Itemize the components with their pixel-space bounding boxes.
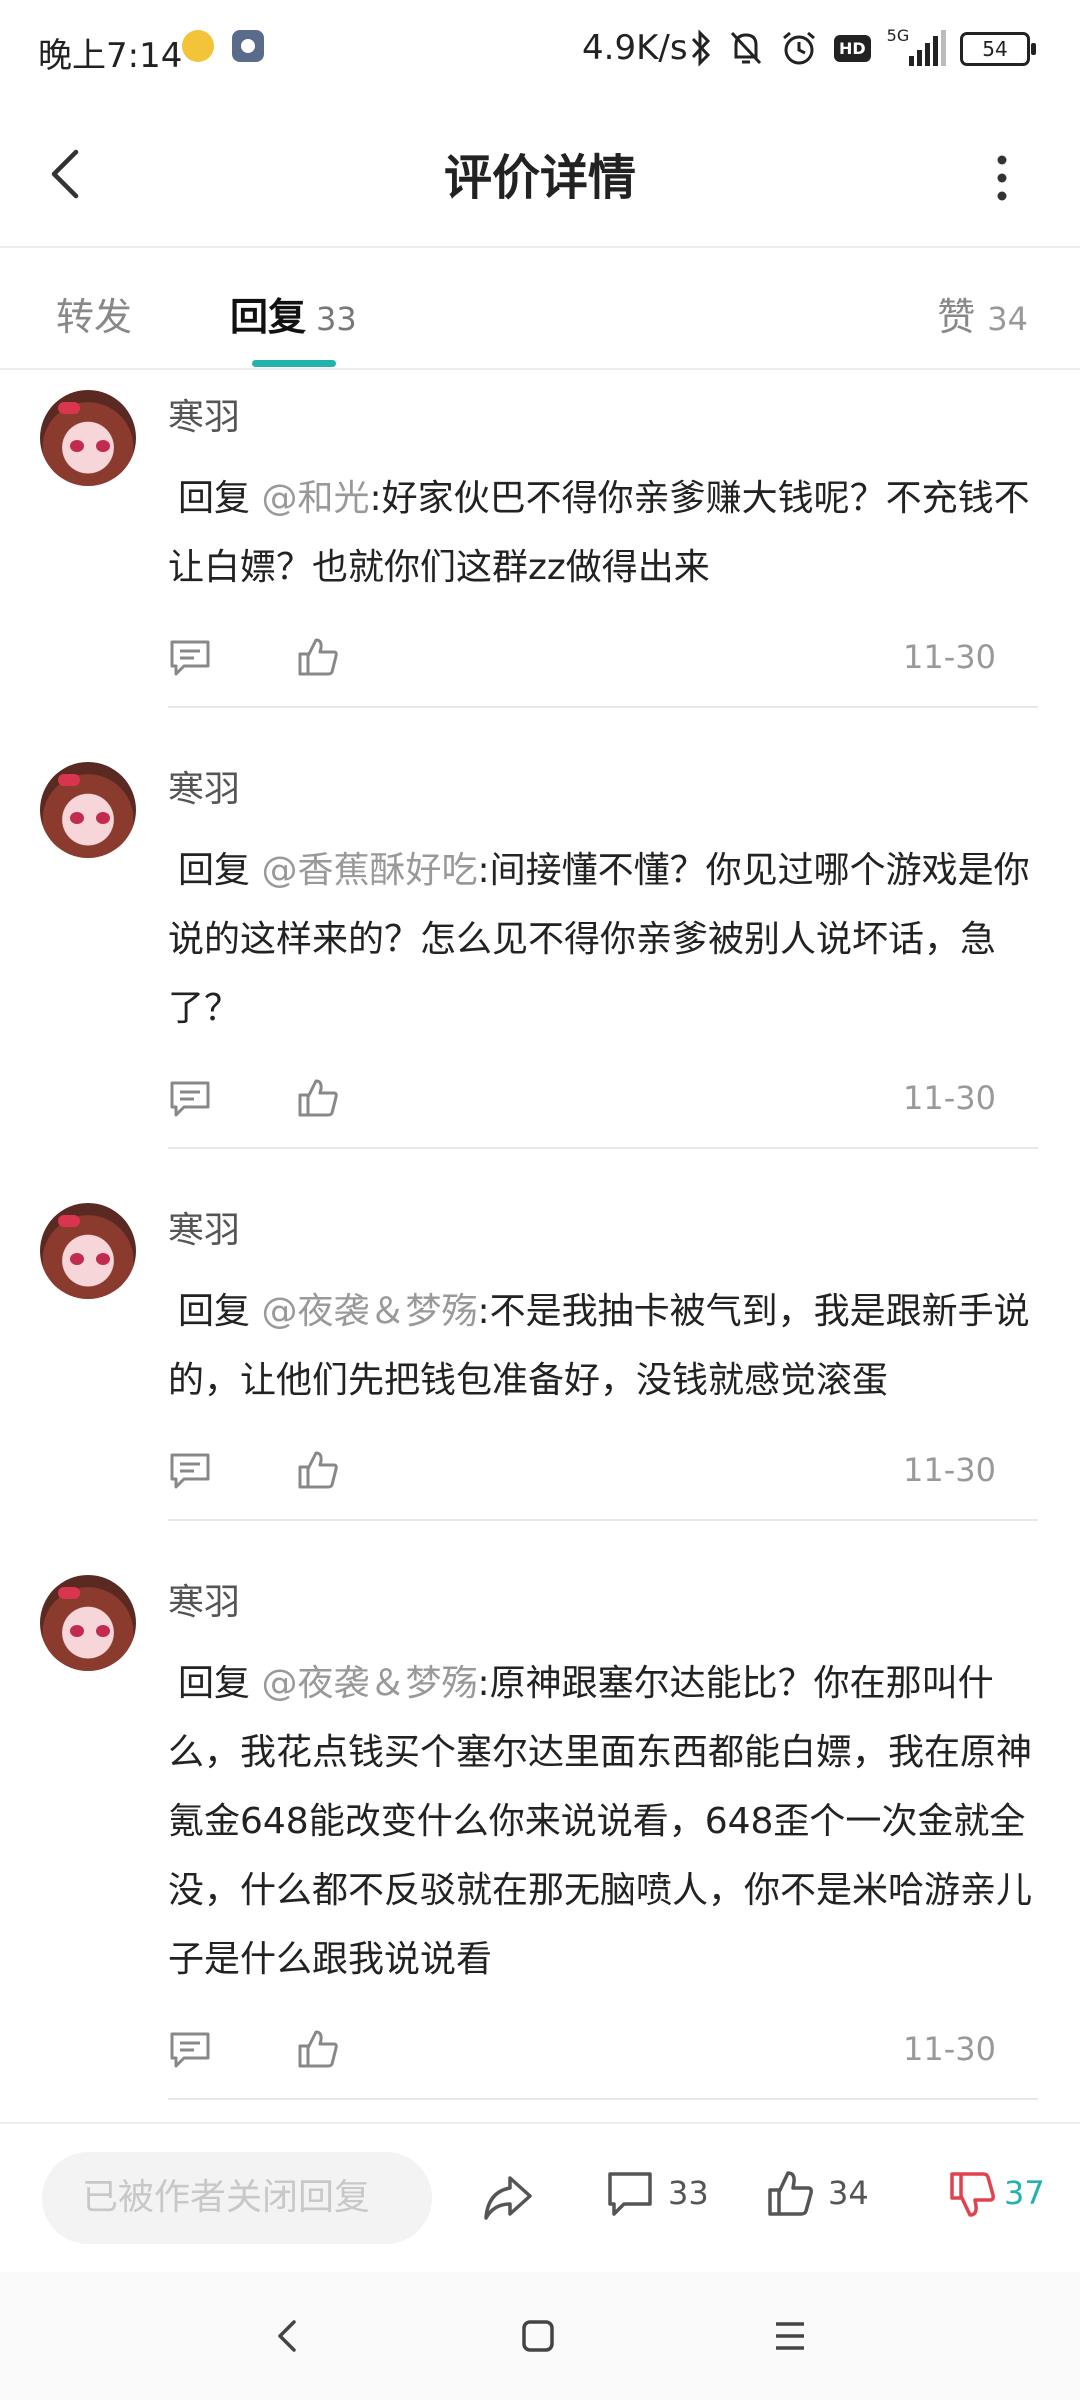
thumbs-up-icon[interactable] [296, 1447, 340, 1491]
comment-icon[interactable] [168, 1079, 212, 1119]
nav-home-icon[interactable] [518, 2316, 558, 2356]
alarm-icon [783, 31, 815, 65]
dislike-count: 37 [1004, 2174, 1045, 2212]
share-icon[interactable] [480, 2172, 536, 2224]
tab-like-count: 34 [987, 300, 1028, 338]
comment-actions: 11-30 [168, 1429, 1038, 1521]
mention-link[interactable]: @夜袭＆梦殇 [261, 1663, 477, 1704]
comment-date: 11-30 [903, 1451, 996, 1489]
more-options-icon[interactable] [990, 154, 1014, 202]
network-speed: 4.9K/s [582, 28, 688, 68]
comment-actions: 11-30 [168, 616, 1038, 708]
thumbs-up-icon[interactable] [296, 1075, 340, 1119]
comment-text: 回复 @香蕉酥好吃:间接懂不懂？你见过哪个游戏是你说的这样来的？怎么见不得你亲爹… [168, 836, 1034, 1043]
tab-forward-label: 转发 [56, 295, 133, 339]
notification-emoji-icon [182, 30, 214, 62]
tab-reply[interactable]: 回复 33 [230, 286, 357, 341]
thumbs-up-icon[interactable] [296, 634, 340, 678]
reply-word: 回复 [178, 1291, 251, 1332]
mention-link[interactable]: @香蕉酥好吃 [261, 850, 477, 891]
comment-count-icon[interactable] [606, 2170, 654, 2218]
like-count: 34 [828, 2174, 869, 2212]
reply-word: 回复 [178, 1663, 251, 1704]
username[interactable]: 寒羽 [168, 1575, 1080, 1625]
list-item: 寒羽 回复 @香蕉酥好吃:间接懂不懂？你见过哪个游戏是你说的这样来的？怎么见不得… [0, 708, 1080, 1149]
comment-text: 回复 @和光:好家伙巴不得你亲爹赚大钱呢？不充钱不让白嫖？也就你们这群zz做得出… [168, 464, 1034, 602]
list-item: 寒羽 回复 @和光:好家伙巴不得你亲爹赚大钱呢？不充钱不让白嫖？也就你们这群zz… [0, 370, 1080, 708]
list-item: 寒羽 回复 @夜袭＆梦殇:不是我抽卡被气到，我是跟新手说的，让他们先把钱包准备好… [0, 1149, 1080, 1521]
comment-text: 回复 @夜袭＆梦殇:原神跟塞尔达能比？你在那叫什么，我花点钱买个塞尔达里面东西都… [168, 1649, 1034, 1994]
bottom-action-bar: 已被作者关闭回复 33 34 37 [0, 2122, 1080, 2272]
nav-menu-icon[interactable] [770, 2318, 810, 2354]
thumbs-up-icon[interactable] [296, 2026, 340, 2070]
avatar[interactable] [40, 390, 136, 486]
active-tab-indicator [252, 360, 336, 367]
mention-link[interactable]: @夜袭＆梦殇 [261, 1291, 477, 1332]
comment-icon[interactable] [168, 2030, 212, 2070]
avatar[interactable] [40, 1203, 136, 1299]
tab-bar: 转发 回复 33 赞 34 [0, 248, 1080, 370]
page-title: 评价详情 [443, 150, 636, 206]
comment-date: 11-30 [903, 2030, 996, 2068]
comment-date: 11-30 [903, 638, 996, 676]
comment-content: :原神跟塞尔达能比？你在那叫什么，我花点钱买个塞尔达里面东西都能白嫖，我在原神氪… [168, 1663, 1033, 1980]
battery-icon: 54 [960, 32, 1036, 66]
mention-link[interactable]: @和光 [261, 478, 369, 519]
bluetooth-icon [691, 29, 711, 67]
status-icons: HD 5G [690, 26, 947, 70]
app-header: 评价详情 [0, 96, 1080, 248]
mute-bell-icon [730, 31, 762, 65]
thumbs-down-icon[interactable] [948, 2170, 998, 2220]
tab-reply-count: 33 [316, 300, 357, 338]
list-item: 寒羽 [0, 2100, 1080, 2120]
signal-icon: 5G [887, 26, 947, 68]
app-notification-icon [232, 30, 264, 62]
reply-input-disabled: 已被作者关闭回复 [42, 2152, 432, 2244]
reply-word: 回复 [178, 478, 251, 519]
reply-list: 寒羽 回复 @和光:好家伙巴不得你亲爹赚大钱呢？不充钱不让白嫖？也就你们这群zz… [0, 370, 1080, 2120]
list-item: 寒羽 回复 @夜袭＆梦殇:原神跟塞尔达能比？你在那叫什么，我花点钱买个塞尔达里面… [0, 1521, 1080, 2100]
nav-back-icon[interactable] [270, 2316, 306, 2356]
avatar[interactable] [40, 762, 136, 858]
tab-like-label: 赞 [937, 295, 976, 339]
tab-reply-label: 回复 [230, 295, 307, 339]
tab-forward[interactable]: 转发 [56, 286, 132, 341]
comment-icon[interactable] [168, 638, 212, 678]
username[interactable]: 寒羽 [168, 390, 1080, 440]
comment-icon[interactable] [168, 1451, 212, 1491]
comment-actions: 11-30 [168, 2008, 1038, 2100]
avatar[interactable] [40, 1575, 136, 1671]
comment-actions: 11-30 [168, 1057, 1038, 1149]
comment-date: 11-30 [903, 1079, 996, 1117]
status-time: 晚上7:14 [38, 36, 183, 76]
system-nav-bar [0, 2272, 1080, 2400]
status-bar: 晚上7:14 4.9K/s HD 5G 54 [0, 0, 1080, 96]
hd-icon: HD [834, 34, 871, 62]
username[interactable]: 寒羽 [168, 762, 1080, 812]
thumbs-up-icon[interactable] [766, 2168, 814, 2218]
reply-word: 回复 [178, 850, 251, 891]
comment-count: 33 [668, 2174, 709, 2212]
comment-text: 回复 @夜袭＆梦殇:不是我抽卡被气到，我是跟新手说的，让他们先把钱包准备好，没钱… [168, 1277, 1034, 1415]
tab-like[interactable]: 赞 34 [937, 286, 1028, 341]
username[interactable]: 寒羽 [168, 1203, 1080, 1253]
